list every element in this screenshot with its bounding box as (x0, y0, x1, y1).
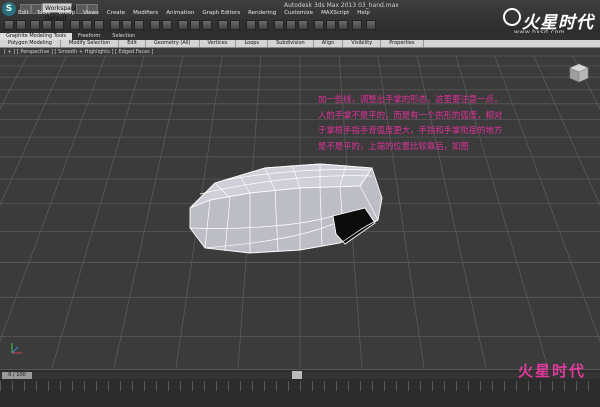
selection-region-icon[interactable] (94, 20, 104, 30)
panel-modify-selection[interactable]: Modify Selection (61, 40, 120, 47)
panel-polygon-modeling[interactable]: Polygon Modeling (0, 40, 61, 47)
annotation-line: 于掌根手指手背弧度更大，手指和手掌衔接的地方 (318, 125, 503, 136)
graphite-toggle-icon[interactable] (258, 20, 268, 30)
rotate-icon[interactable] (122, 20, 132, 30)
panel-vertices[interactable]: Vertices (200, 40, 237, 47)
undo-tool-icon[interactable] (4, 20, 14, 30)
panel-loops[interactable]: Loops (236, 40, 269, 47)
brand-logo-icon (503, 8, 521, 26)
render-frame-icon[interactable] (326, 20, 336, 30)
layer-manager-icon[interactable] (246, 20, 256, 30)
mirror-icon[interactable] (218, 20, 228, 30)
move-icon[interactable] (110, 20, 120, 30)
bind-icon[interactable] (54, 20, 64, 30)
main-toolbar (0, 18, 380, 32)
menu-help[interactable]: Help (353, 9, 374, 17)
material-editor-icon[interactable] (298, 20, 308, 30)
menu-animation[interactable]: Animation (162, 9, 198, 17)
menu-modifiers[interactable]: Modifiers (129, 9, 162, 17)
snap-icon[interactable] (178, 20, 188, 30)
redo-tool-icon[interactable] (16, 20, 26, 30)
tab-graphite-modeling-tools[interactable]: Graphite Modeling Tools (0, 33, 73, 40)
ribbon-panels: Polygon Modeling Modify Selection Edit G… (0, 40, 600, 48)
menu-customize[interactable]: Customize (280, 9, 317, 17)
panel-geometry[interactable]: Geometry (All) (146, 40, 200, 47)
ribbon-tabs: Graphite Modeling Tools Freeform Selecti… (0, 33, 600, 40)
window-title: Autodesk 3ds Max 2013 03_hand.max (284, 2, 399, 9)
render-icon[interactable] (338, 20, 348, 30)
timeline: 0 / 100 (0, 369, 600, 407)
panel-subdivision[interactable]: Subdivision (268, 40, 314, 47)
annotation-line: 是不是平的，上端的位置比较靠后，如图 (318, 141, 469, 152)
menu-edit[interactable]: Edit (14, 9, 33, 17)
time-slider[interactable]: 0 / 100 (2, 372, 32, 379)
select-object-icon[interactable] (70, 20, 80, 30)
unlink-icon[interactable] (42, 20, 52, 30)
curve-editor-icon[interactable] (274, 20, 284, 30)
time-slider-end-icon[interactable] (292, 371, 302, 379)
align-icon[interactable] (230, 20, 240, 30)
render-setup-icon[interactable] (314, 20, 324, 30)
scale-icon[interactable] (134, 20, 144, 30)
panel-visibility[interactable]: Visibility (343, 40, 382, 47)
teapot-icon[interactable] (352, 20, 362, 30)
frame-ruler[interactable] (0, 381, 600, 391)
tutorial-annotation: 加一些线，调整出手掌的形态，这里要注意一点， 人的手掌不是平的，而是有一个拱形的… (318, 92, 594, 155)
viewport-layout-icon[interactable] (366, 20, 376, 30)
menu-graph-editors[interactable]: Graph Editors (198, 9, 244, 17)
select-by-name-icon[interactable] (82, 20, 92, 30)
tab-freeform[interactable]: Freeform (72, 33, 106, 40)
angle-snap-icon[interactable] (190, 20, 200, 30)
percent-snap-icon[interactable] (202, 20, 212, 30)
axis-gizmo-icon (11, 343, 22, 354)
coordinate-system-icon[interactable] (150, 20, 160, 30)
panel-properties[interactable]: Properties (381, 40, 424, 47)
annotation-line: 加一些线，调整出手掌的形态，这里要注意一点， (318, 94, 503, 104)
menu-maxscript[interactable]: MAXScript (317, 9, 353, 17)
viewport-label[interactable]: [ + ] [ Perspective ] [ Smooth + Highlig… (4, 49, 153, 55)
panel-align[interactable]: Align (314, 40, 344, 47)
pivot-icon[interactable] (162, 20, 172, 30)
menu-tools[interactable]: Tools (33, 9, 55, 17)
menu-create[interactable]: Create (103, 9, 129, 17)
hand-mesh[interactable] (189, 163, 383, 254)
menu-bar: Edit Tools Group Views Create Modifiers … (14, 9, 374, 17)
link-icon[interactable] (30, 20, 40, 30)
tab-selection[interactable]: Selection (106, 33, 141, 40)
menu-views[interactable]: Views (79, 9, 103, 17)
schematic-view-icon[interactable] (286, 20, 296, 30)
corner-watermark: 火星时代 (518, 362, 587, 380)
viewcube-icon[interactable] (568, 62, 590, 86)
menu-group[interactable]: Group (54, 9, 79, 17)
panel-edit[interactable]: Edit (119, 40, 146, 47)
annotation-line: 人的手掌不是平的，而是有一个拱形的弧度，相对 (318, 109, 503, 120)
menu-rendering[interactable]: Rendering (244, 9, 280, 17)
